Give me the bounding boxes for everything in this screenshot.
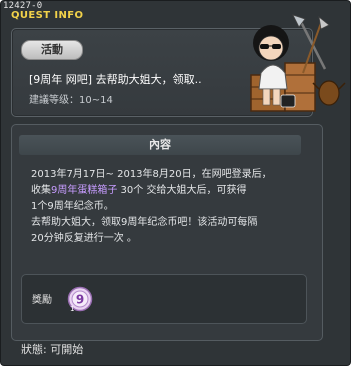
reward-label: 獎勵 [32,295,52,306]
quest-name: [9周年 网吧] 去帮助大姐大，领取.. [29,73,202,86]
9-anniversary-coin-icon[interactable]: 9 1 [67,286,93,312]
quest-status: 狀態: 可開始 [21,343,84,356]
description-text: 30个 交给大姐大后，可获得 [117,185,247,196]
content-header: 內容 [19,135,301,155]
description-line: 20分钟反复进行一次 。 [31,233,137,244]
description-line: 1个9周年纪念币。 [31,201,114,212]
level-requirement: 建議等级：10~14 [29,95,113,106]
reward-box [21,274,307,324]
description-line: 去帮助大姐大，领取9周年纪念币吧！该活动可每隔 [31,217,258,228]
description-text: 收集 [31,185,51,196]
quest-info-window: 12427-0 QUEST INFO 活動 [9周年 网吧] 去帮助大姐大，领取… [0,0,351,366]
npc-portrait [250,14,346,112]
quest-category-badge: 活動 [21,40,83,60]
description-line: 收集9周年蛋糕箱子 30个 交给大姐大后，可获得 [31,183,311,199]
quest-description: 2013年7月17日~ 2013年8月20日，在网吧登录后， 收集9周年蛋糕箱子… [31,167,311,247]
window-title: QUEST INFO [11,10,84,21]
reward-quantity: 1 [70,305,74,312]
coin-glyph: 9 [76,293,84,307]
quest-item-name: 9周年蛋糕箱子 [51,185,118,196]
description-line: 2013年7月17日~ 2013年8月20日，在网吧登录后， [31,169,272,180]
